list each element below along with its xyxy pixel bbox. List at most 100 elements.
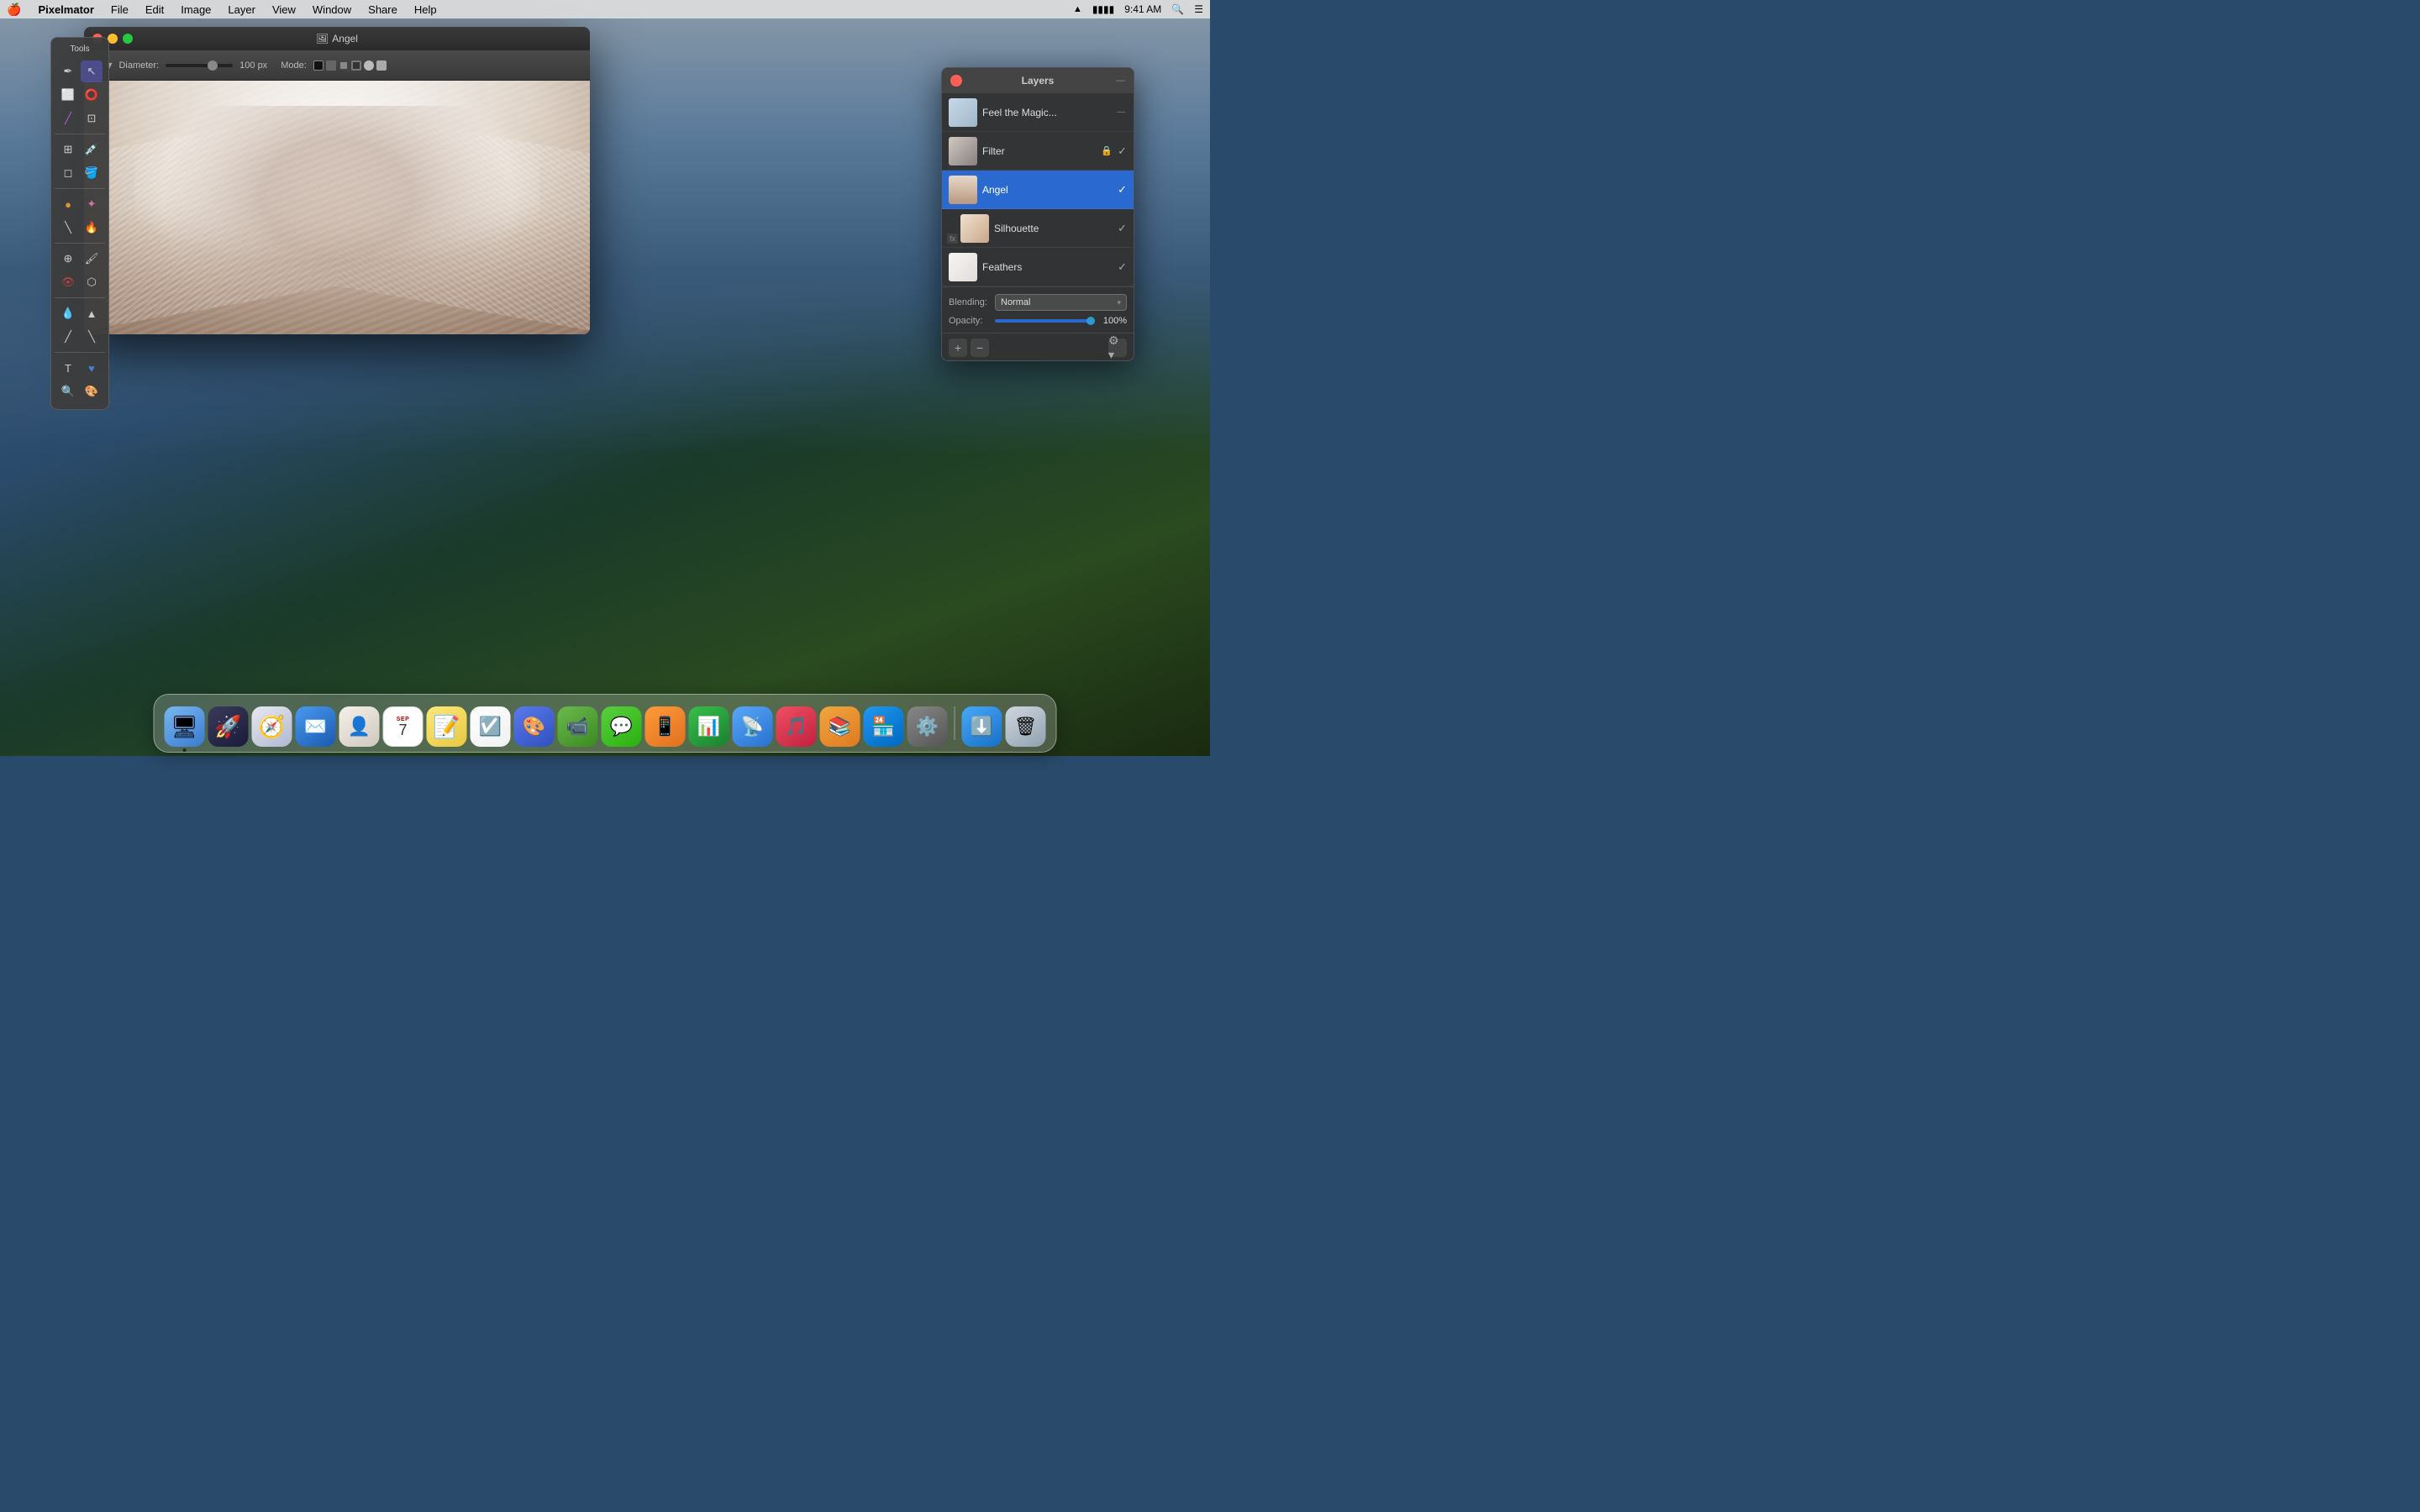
tool-select[interactable]: ↖ xyxy=(81,60,103,82)
layer-item-feathers[interactable]: Feathers ✓ xyxy=(942,248,1134,286)
opacity-thumb xyxy=(1086,317,1095,325)
tool-divider-5 xyxy=(55,352,105,353)
mode-icon-5[interactable] xyxy=(364,60,374,71)
diameter-value[interactable]: 100 px xyxy=(239,60,267,71)
notification-icon[interactable]: ☰ xyxy=(1194,3,1203,15)
layer-thumb-feathers xyxy=(949,253,977,281)
canvas-area[interactable] xyxy=(84,81,590,334)
tools-panel: Tools ✒ ↖ ⬜ ⭕ ╱ ⊡ ⊞ 💉 ◻ 🪣 ● ✦ ╲ 🔥 ⊕ 🖌 👁 xyxy=(50,37,109,410)
dock-app-systemprefs[interactable]: ⚙️ xyxy=(908,706,948,747)
dock-app-trash[interactable]: 🗑 xyxy=(1006,706,1046,747)
layer-check-silhouette[interactable]: ✓ xyxy=(1118,222,1127,235)
dock-app-notes[interactable]: 📝 xyxy=(427,706,467,747)
menubar-help[interactable]: Help xyxy=(408,0,444,18)
dock-app-messages[interactable]: 💬 xyxy=(602,706,642,747)
search-icon[interactable]: 🔍 xyxy=(1171,3,1184,15)
mode-icon-1[interactable] xyxy=(313,60,324,71)
dock-app-calendar[interactable]: SEP 7 xyxy=(383,706,424,747)
dock-app-airdropdl[interactable]: ⬇️ xyxy=(962,706,1002,747)
add-layer-button[interactable]: + xyxy=(949,339,967,357)
tool-quick-selection[interactable]: ⬡ xyxy=(81,271,103,293)
mode-icons xyxy=(313,60,387,71)
dock-app-books[interactable]: 📚 xyxy=(820,706,860,747)
mode-icon-2[interactable] xyxy=(326,60,336,71)
dock-app-numbers[interactable]: 📊 xyxy=(689,706,729,747)
tool-eyedropper[interactable]: 💉 xyxy=(81,139,103,160)
tools-title: Tools xyxy=(70,45,89,54)
menubar-file[interactable]: File xyxy=(104,0,135,18)
tool-eye-icon[interactable]: 👁 xyxy=(57,271,79,293)
tool-pencil[interactable]: ╱ xyxy=(57,326,79,348)
layer-check-filter[interactable]: ✓ xyxy=(1118,144,1127,158)
layer-expand-feel[interactable]: — xyxy=(1117,108,1125,117)
menubar-layer[interactable]: Layer xyxy=(221,0,262,18)
layer-options-button[interactable]: ⚙ ▾ xyxy=(1108,339,1127,357)
window-titlebar: 🖼 Angel xyxy=(84,27,590,50)
delete-layer-button[interactable]: − xyxy=(971,339,989,357)
tool-flame[interactable]: 🔥 xyxy=(81,217,103,239)
dock-app-safari[interactable]: 🧭 xyxy=(252,706,292,747)
opacity-slider[interactable] xyxy=(995,319,1095,323)
layer-thumb-filter xyxy=(949,137,977,165)
menubar-window[interactable]: Window xyxy=(306,0,358,18)
diameter-slider[interactable] xyxy=(166,64,233,67)
tool-rect-select[interactable]: ⬜ xyxy=(57,84,79,106)
dock-app-contacts[interactable]: 👤 xyxy=(339,706,380,747)
mode-icon-3[interactable] xyxy=(339,60,349,71)
dock-app-finder[interactable]: 🖥 xyxy=(165,706,205,747)
dock-app-launchpad[interactable]: 🚀 xyxy=(208,706,249,747)
layers-header: Layers — xyxy=(942,68,1134,93)
window-maximize[interactable] xyxy=(123,34,133,44)
tool-zoom[interactable]: 🔍 xyxy=(57,381,79,402)
layers-expand-button[interactable]: — xyxy=(1116,76,1125,86)
mode-icon-6[interactable] xyxy=(376,60,387,71)
dock-app-mail[interactable]: ✉️ xyxy=(296,706,336,747)
angel-figure xyxy=(160,106,513,334)
layer-item-filter[interactable]: Filter 🔒 ✓ xyxy=(942,132,1134,171)
layer-item-angel[interactable]: Angel ✓ xyxy=(942,171,1134,209)
tool-ellipse-select[interactable]: ⭕ xyxy=(81,84,103,106)
tool-stamp[interactable]: ⊕ xyxy=(57,248,79,270)
window-icon: 🖼 xyxy=(316,33,329,45)
tool-healing[interactable]: ╲ xyxy=(81,326,103,348)
dock-app-iphonebackup[interactable]: 📱 xyxy=(645,706,686,747)
dock-app-facetime[interactable]: 📹 xyxy=(558,706,598,747)
tool-brush[interactable]: ╱ xyxy=(57,108,79,129)
dock-app-pixelmator[interactable]: 🎨 xyxy=(514,706,555,747)
mode-icon-4[interactable] xyxy=(351,60,361,71)
dock-app-reminders[interactable]: ☑️ xyxy=(471,706,511,747)
tool-crop[interactable]: ⊡ xyxy=(81,108,103,129)
tool-text[interactable]: T xyxy=(57,357,79,379)
layer-check-angel[interactable]: ✓ xyxy=(1118,183,1127,197)
tool-line[interactable]: ╲ xyxy=(57,217,79,239)
menubar-app-name[interactable]: Pixelmator xyxy=(31,0,100,18)
tool-shape[interactable]: ▲ xyxy=(81,302,103,324)
menubar-image[interactable]: Image xyxy=(174,0,218,18)
layer-item-silhouette[interactable]: fx Silhouette ✓ xyxy=(942,209,1134,248)
menubar-view[interactable]: View xyxy=(266,0,302,18)
menubar-share[interactable]: Share xyxy=(361,0,404,18)
tool-paint-bucket[interactable]: 🪣 xyxy=(81,162,103,184)
tool-heart[interactable]: ♥ xyxy=(81,357,103,379)
tool-eraser[interactable]: ◻ xyxy=(57,162,79,184)
layers-close-button[interactable] xyxy=(950,75,962,87)
blending-label: Blending: xyxy=(949,297,995,307)
diameter-label: Diameter: xyxy=(118,60,159,71)
blending-select[interactable]: Normal ▾ xyxy=(995,294,1127,311)
apple-menu[interactable]: 🍎 xyxy=(7,3,21,17)
tool-smudge[interactable]: 🖌 xyxy=(81,248,103,270)
tool-transform[interactable]: ⊞ xyxy=(57,139,79,160)
tool-color-picker[interactable]: 🎨 xyxy=(81,381,103,402)
tool-gradient[interactable]: ● xyxy=(57,193,79,215)
menubar-edit[interactable]: Edit xyxy=(139,0,171,18)
layer-name-filter: Filter xyxy=(982,145,1096,157)
layer-item-feel[interactable]: Feel the Magic... — xyxy=(942,93,1134,132)
layers-list: Feel the Magic... — Filter 🔒 ✓ Angel ✓ f… xyxy=(942,93,1134,286)
dock-app-appstore[interactable]: 🏪 xyxy=(864,706,904,747)
tool-blur[interactable]: 💧 xyxy=(57,302,79,324)
tool-pen[interactable]: ✒ xyxy=(57,60,79,82)
dock-app-airdrop[interactable]: 📡 xyxy=(733,706,773,747)
tool-magic-paint[interactable]: ✦ xyxy=(81,193,103,215)
dock-app-music[interactable]: 🎵 xyxy=(776,706,817,747)
layer-check-feathers[interactable]: ✓ xyxy=(1118,260,1127,274)
